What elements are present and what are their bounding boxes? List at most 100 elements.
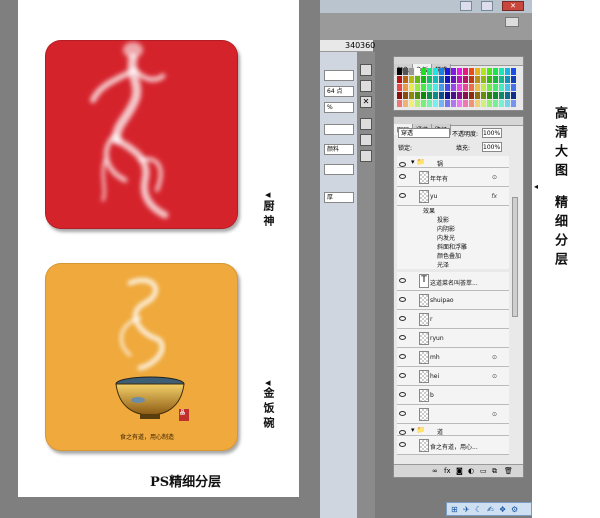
swatch[interactable] [475, 100, 480, 107]
swatch[interactable] [445, 100, 450, 107]
swatch[interactable] [505, 68, 510, 75]
visibility-eye-icon[interactable] [399, 411, 406, 416]
effect-row[interactable]: 颜色叠加 [397, 251, 509, 260]
swatch[interactable] [403, 100, 408, 107]
tray-icon[interactable]: ❖ [499, 505, 506, 514]
visibility-eye-icon[interactable] [399, 297, 406, 302]
swatch[interactable] [439, 84, 444, 91]
swatch[interactable] [463, 84, 468, 91]
swatch[interactable] [397, 84, 402, 91]
swatch[interactable] [421, 92, 426, 99]
layer-row[interactable]: yu fx [397, 187, 509, 206]
swatch[interactable] [481, 68, 486, 75]
folder-icon[interactable]: ▾ 📁 [411, 158, 425, 166]
swatch[interactable] [427, 68, 432, 75]
swatch[interactable] [457, 92, 462, 99]
swatch[interactable] [463, 76, 468, 83]
swatch[interactable] [415, 100, 420, 107]
maximize-button[interactable] [481, 1, 493, 11]
blend-mode-select[interactable]: 穿透 [398, 128, 450, 138]
swatch[interactable] [427, 92, 432, 99]
swatch[interactable] [487, 84, 492, 91]
swatch[interactable] [415, 84, 420, 91]
tools-dock-icon[interactable]: ✕ [360, 96, 372, 108]
layer-row[interactable]: ▾ 📁 锅 [397, 156, 509, 168]
swatch[interactable] [451, 76, 456, 83]
swatch[interactable] [433, 68, 438, 75]
tray-icon[interactable]: ✈ [463, 505, 470, 514]
swatch[interactable] [463, 92, 468, 99]
font-size-field[interactable]: 64 点 [324, 86, 354, 97]
layer-row[interactable]: r [397, 310, 509, 329]
swatch[interactable] [487, 100, 492, 107]
layer-row[interactable]: ⊙ [397, 405, 509, 424]
adjustment-icon[interactable]: ◐ [468, 467, 474, 475]
swatch[interactable] [481, 92, 486, 99]
visibility-eye-icon[interactable] [399, 442, 406, 447]
visibility-eye-icon[interactable] [399, 278, 406, 283]
visibility-eye-icon[interactable] [399, 316, 406, 321]
swatch[interactable] [409, 68, 414, 75]
swatch[interactable] [511, 92, 516, 99]
swatch[interactable] [415, 68, 420, 75]
opacity-field[interactable]: 100% [482, 128, 502, 138]
swatch[interactable] [487, 92, 492, 99]
visibility-eye-icon[interactable] [399, 354, 406, 359]
swatch[interactable] [421, 84, 426, 91]
layer-row[interactable]: shuipao [397, 291, 509, 310]
swatch[interactable] [487, 68, 492, 75]
style-field[interactable] [324, 164, 354, 175]
swatch[interactable] [397, 100, 402, 107]
swatch[interactable] [469, 76, 474, 83]
layer-row[interactable]: ▾ 📁 道 [397, 424, 509, 436]
swatch-dock-icon[interactable] [360, 64, 372, 76]
swatch[interactable] [433, 84, 438, 91]
swatch[interactable] [415, 76, 420, 83]
swatch[interactable] [499, 68, 504, 75]
minimize-button[interactable] [460, 1, 472, 11]
swatch[interactable] [433, 92, 438, 99]
swatch[interactable] [511, 76, 516, 83]
trash-icon[interactable]: 🗑 [504, 467, 513, 475]
swatch[interactable] [481, 84, 486, 91]
swatch[interactable] [505, 92, 510, 99]
swatch[interactable] [475, 76, 480, 83]
visibility-eye-icon[interactable] [399, 430, 406, 435]
tray-icon[interactable]: ⚙ [511, 505, 518, 514]
visibility-eye-icon[interactable] [399, 373, 406, 378]
layer-row[interactable]: 年年有 ⊙ [397, 168, 509, 187]
visibility-eye-icon[interactable] [399, 174, 406, 179]
swatch[interactable] [409, 92, 414, 99]
swatch[interactable] [451, 92, 456, 99]
swatch[interactable] [427, 76, 432, 83]
effects-header[interactable]: 效果 [397, 206, 509, 215]
swatch[interactable] [409, 84, 414, 91]
swatch[interactable] [457, 68, 462, 75]
swatch[interactable] [463, 100, 468, 107]
color-dock-icon[interactable] [360, 80, 372, 92]
swatch[interactable] [451, 68, 456, 75]
layer-row[interactable]: ryun [397, 329, 509, 348]
swatch[interactable] [511, 100, 516, 107]
effect-row[interactable]: 内阴影 [397, 224, 509, 233]
effect-row[interactable]: 投影 [397, 215, 509, 224]
swatch-grid[interactable] [397, 68, 519, 108]
visibility-eye-icon[interactable] [399, 162, 406, 167]
fill-field[interactable]: 100% [482, 142, 502, 152]
swatch[interactable] [439, 92, 444, 99]
swatch[interactable] [421, 100, 426, 107]
swatch[interactable] [457, 100, 462, 107]
swatch[interactable] [445, 92, 450, 99]
swatch[interactable] [511, 84, 516, 91]
swatch[interactable] [505, 76, 510, 83]
visibility-eye-icon[interactable] [399, 392, 406, 397]
swatch[interactable] [397, 68, 402, 75]
swatch[interactable] [403, 76, 408, 83]
swatch[interactable] [445, 68, 450, 75]
swatch[interactable] [499, 92, 504, 99]
layer-row[interactable]: b [397, 386, 509, 405]
layer-row[interactable]: 食之有道，用心... [397, 436, 509, 455]
swatch[interactable] [397, 92, 402, 99]
swatch[interactable] [439, 76, 444, 83]
layer-row[interactable]: mh ⊙ [397, 348, 509, 367]
